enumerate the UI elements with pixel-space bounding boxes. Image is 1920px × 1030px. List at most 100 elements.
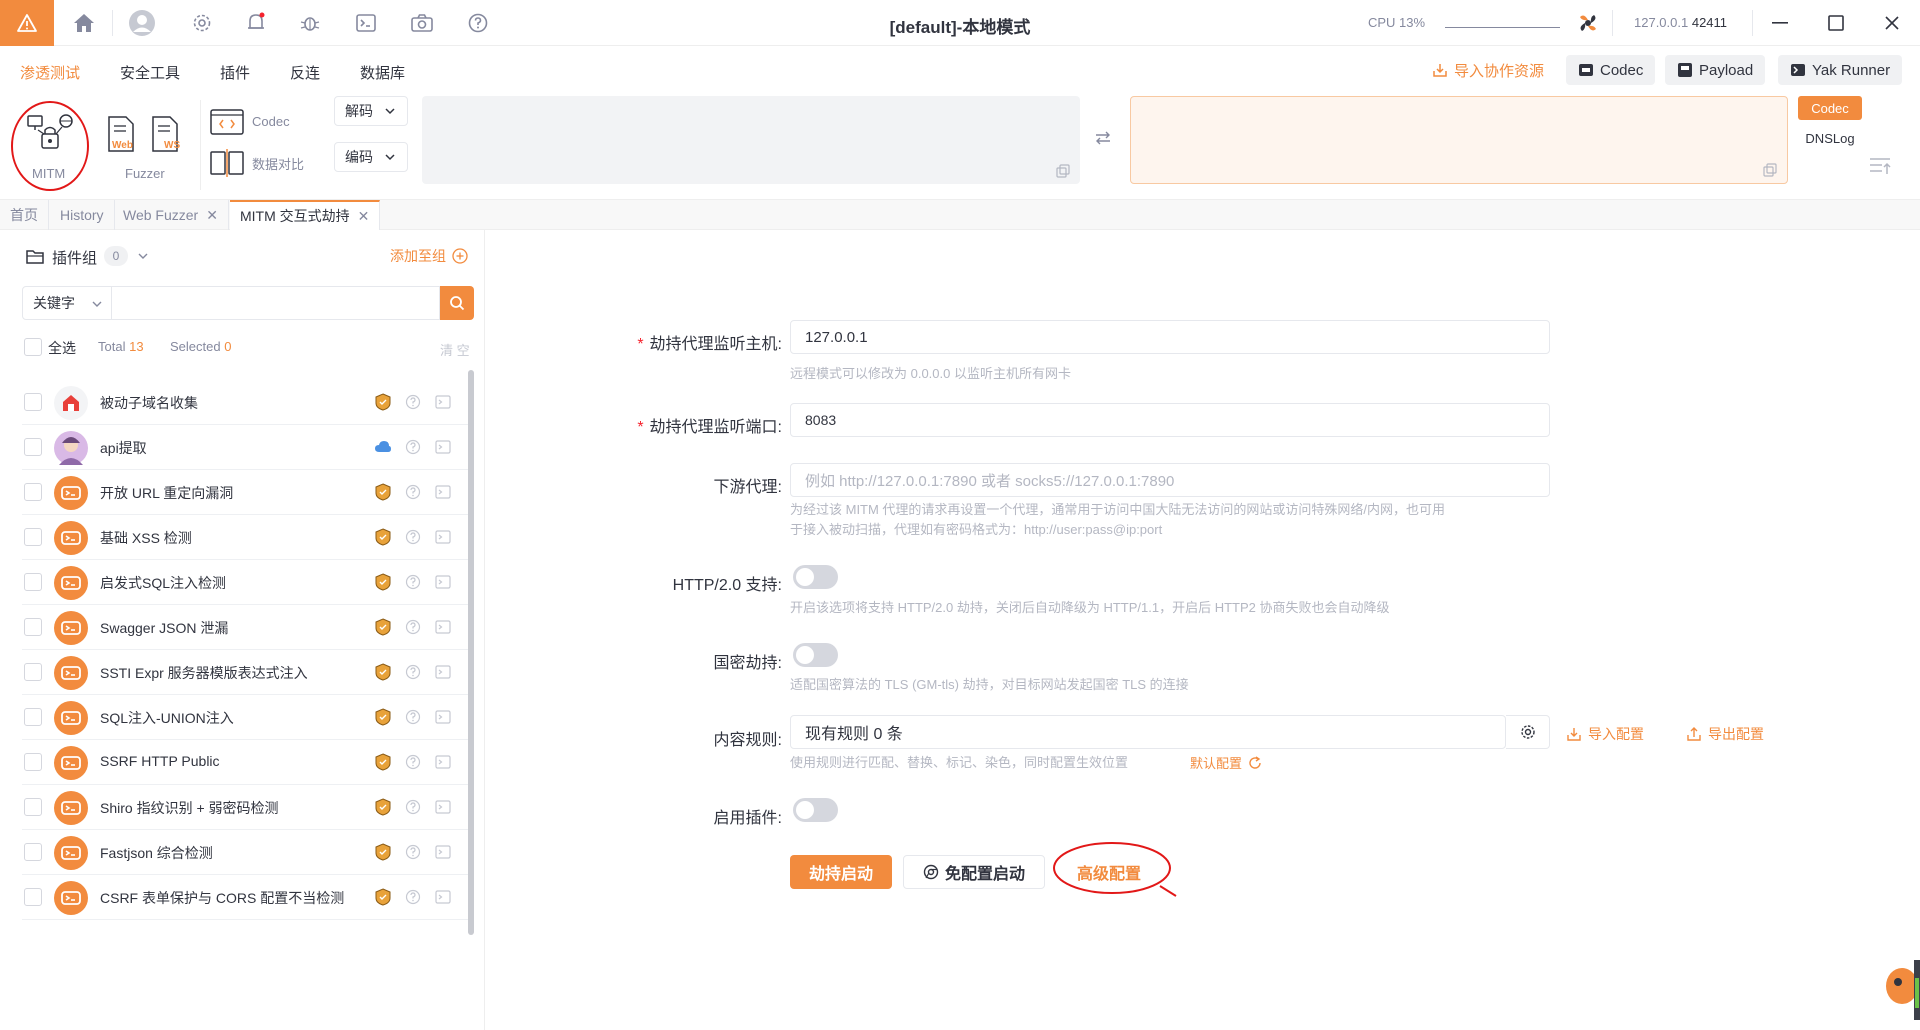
terminal-icon[interactable]	[434, 888, 452, 906]
copy-icon[interactable]	[1763, 163, 1777, 177]
codec-tab[interactable]: Codec	[1798, 96, 1862, 120]
plugin-checkbox[interactable]	[24, 888, 42, 906]
data-compare-button[interactable]: 数据对比	[210, 148, 330, 178]
codec-input-area[interactable]	[422, 96, 1080, 184]
web-fuzzer-button[interactable]: Web	[106, 116, 140, 158]
tab-web-fuzzer[interactable]: Web Fuzzer ✕	[113, 200, 229, 230]
help-icon[interactable]	[404, 483, 422, 501]
start-hijack-button[interactable]: 劫持启动	[790, 855, 892, 889]
list-item[interactable]: 启发式SQL注入检测	[22, 560, 468, 605]
host-input[interactable]: 127.0.0.1	[790, 320, 1550, 354]
port-input[interactable]: 8083	[790, 403, 1550, 437]
terminal-icon[interactable]	[434, 708, 452, 726]
codec-button[interactable]: Codec	[1566, 55, 1656, 85]
list-item[interactable]: 开放 URL 重定向漏洞	[22, 470, 468, 515]
plugin-checkbox[interactable]	[24, 618, 42, 636]
close-icon[interactable]: ✕	[206, 207, 218, 224]
list-item[interactable]: Fastjson 综合检测	[22, 830, 468, 875]
search-type-select[interactable]: 关键字	[22, 286, 112, 320]
bell-icon[interactable]	[242, 9, 270, 37]
list-item[interactable]: 基础 XSS 检测	[22, 515, 468, 560]
terminal-icon[interactable]	[434, 798, 452, 816]
help-icon[interactable]	[404, 753, 422, 771]
http2-switch[interactable]	[793, 565, 838, 589]
codec-tool-button[interactable]: Codec	[210, 106, 330, 136]
plugin-checkbox[interactable]	[24, 708, 42, 726]
plugin-checkbox[interactable]	[24, 663, 42, 681]
menu-pentest[interactable]: 渗透测试	[20, 62, 80, 83]
help-icon[interactable]	[404, 888, 422, 906]
clear-button[interactable]: 清 空	[440, 340, 470, 359]
plugin-checkbox[interactable]	[24, 573, 42, 591]
terminal-icon[interactable]	[434, 483, 452, 501]
terminal-icon[interactable]	[352, 9, 380, 37]
tab-home[interactable]: 首页	[0, 200, 49, 230]
yak-runner-button[interactable]: Yak Runner	[1778, 55, 1903, 85]
tab-mitm[interactable]: MITM 交互式劫持 ✕	[230, 200, 381, 230]
terminal-icon[interactable]	[434, 753, 452, 771]
terminal-icon[interactable]	[434, 843, 452, 861]
chevron-down-icon[interactable]	[137, 250, 149, 262]
encode-dropdown[interactable]: 编码	[334, 142, 408, 172]
list-item[interactable]: api提取	[22, 425, 468, 470]
collapse-icon[interactable]	[1868, 156, 1892, 179]
list-item[interactable]: CSRF 表单保护与 CORS 配置不当检测	[22, 875, 468, 920]
copy-icon[interactable]	[1056, 164, 1070, 178]
help-icon[interactable]	[404, 393, 422, 411]
terminal-icon[interactable]	[434, 393, 452, 411]
plugin-checkbox[interactable]	[24, 483, 42, 501]
export-config-button[interactable]: 导出配置	[1686, 724, 1764, 744]
camera-icon[interactable]	[408, 9, 436, 37]
bug-icon[interactable]	[296, 9, 324, 37]
terminal-icon[interactable]	[434, 663, 452, 681]
close-icon[interactable]	[1880, 11, 1904, 35]
plugin-checkbox[interactable]	[24, 393, 42, 411]
menu-database[interactable]: 数据库	[360, 62, 405, 83]
minimize-icon[interactable]	[1768, 11, 1792, 35]
engine-status-icon[interactable]	[1574, 9, 1602, 37]
menu-plugins[interactable]: 插件	[220, 62, 250, 83]
list-item[interactable]: 被动子域名收集	[22, 380, 468, 425]
help-icon[interactable]	[404, 843, 422, 861]
tab-history[interactable]: History	[50, 200, 115, 230]
menu-security-tools[interactable]: 安全工具	[120, 62, 180, 83]
warning-icon[interactable]	[0, 0, 54, 46]
list-item[interactable]: Swagger JSON 泄漏	[22, 605, 468, 650]
rules-settings-button[interactable]	[1506, 715, 1550, 749]
assistant-mascot-icon[interactable]	[1880, 960, 1920, 1020]
help-icon[interactable]	[404, 708, 422, 726]
import-resources-button[interactable]: 导入协作资源	[1420, 55, 1556, 85]
help-icon[interactable]	[404, 528, 422, 546]
help-icon[interactable]	[404, 573, 422, 591]
select-all-checkbox[interactable]	[24, 338, 42, 356]
close-icon[interactable]: ✕	[358, 208, 370, 225]
plugin-checkbox[interactable]	[24, 798, 42, 816]
no-config-start-button[interactable]: 免配置启动	[903, 855, 1045, 889]
help-icon[interactable]	[464, 9, 492, 37]
list-item[interactable]: Shiro 指纹识别 + 弱密码检测	[22, 785, 468, 830]
mitm-button[interactable]: MITM	[10, 101, 90, 191]
plugin-list-scrollbar[interactable]	[468, 370, 474, 935]
plugin-checkbox[interactable]	[24, 438, 42, 456]
plugin-checkbox[interactable]	[24, 843, 42, 861]
terminal-icon[interactable]	[434, 573, 452, 591]
home-icon[interactable]	[70, 9, 98, 37]
codec-output-area[interactable]	[1130, 96, 1788, 184]
plugin-search-input[interactable]	[111, 286, 440, 320]
payload-button[interactable]: Payload	[1665, 55, 1766, 85]
maximize-icon[interactable]	[1824, 11, 1848, 35]
swap-icon[interactable]	[1094, 130, 1112, 149]
plugin-checkbox[interactable]	[24, 753, 42, 771]
help-icon[interactable]	[404, 663, 422, 681]
terminal-icon[interactable]	[434, 528, 452, 546]
list-item[interactable]: SSTI Expr 服务器模版表达式注入	[22, 650, 468, 695]
import-config-button[interactable]: 导入配置	[1566, 724, 1644, 744]
gear-icon[interactable]	[188, 9, 216, 37]
help-icon[interactable]	[404, 798, 422, 816]
decode-dropdown[interactable]: 解码	[334, 96, 408, 126]
ws-fuzzer-button[interactable]: WS	[150, 116, 184, 158]
terminal-icon[interactable]	[434, 618, 452, 636]
terminal-icon[interactable]	[434, 438, 452, 456]
menu-reverse[interactable]: 反连	[290, 62, 320, 83]
list-item[interactable]: SSRF HTTP Public	[22, 740, 468, 785]
